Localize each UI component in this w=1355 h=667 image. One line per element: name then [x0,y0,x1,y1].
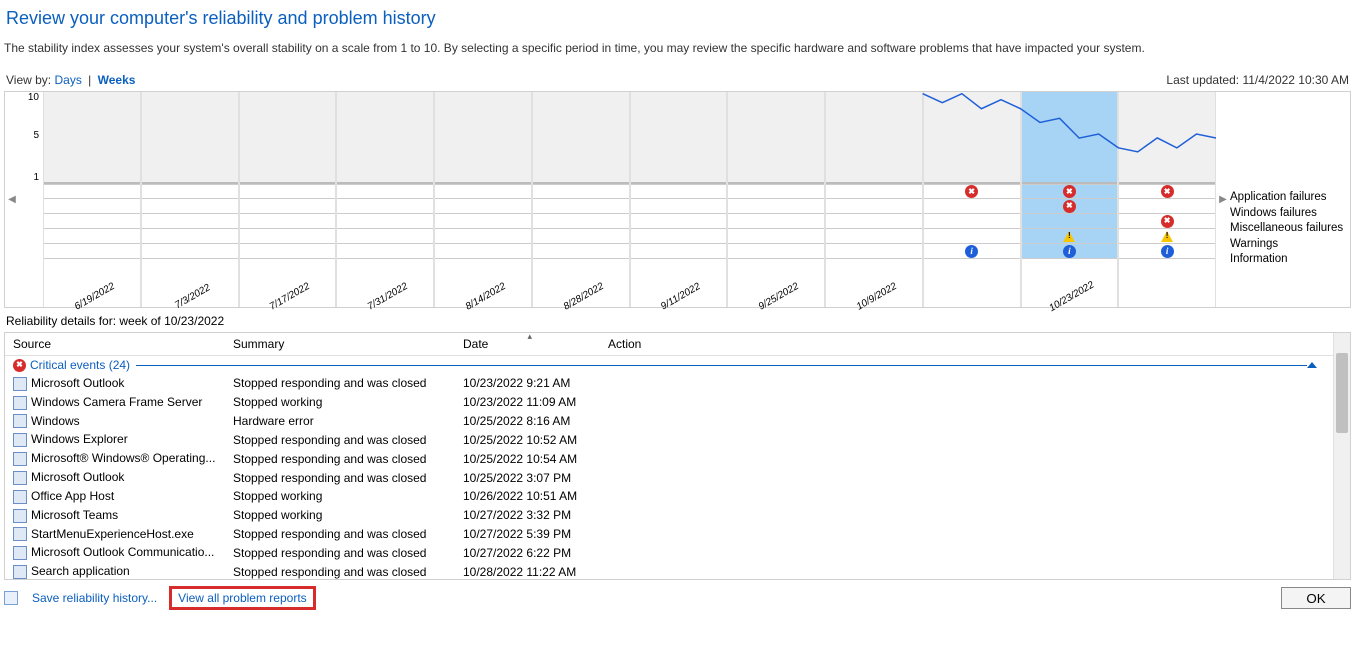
page-title: Review your computer's reliability and p… [6,8,1355,29]
info-icon [1161,245,1174,258]
table-row[interactable]: Search applicationStopped responding and… [5,562,1333,579]
event-row-labels: Application failuresWindows failuresMisc… [1230,92,1350,307]
table-row[interactable]: Microsoft TeamsStopped working10/27/2022… [5,506,1333,525]
y-tick-1: 1 [33,172,39,183]
chart-column[interactable]: 7/31/2022 [336,92,434,307]
chart-column[interactable]: 7/3/2022 [141,92,239,307]
view-by-label: View by: [6,73,51,87]
event-row-label: Windows failures [1230,206,1350,222]
info-icon [1063,245,1076,258]
view-by-days-link[interactable]: Days [54,73,81,87]
details-title: Reliability details for: week of 10/23/2… [6,314,1349,328]
table-row[interactable]: Windows Camera Frame ServerStopped worki… [5,393,1333,412]
scroll-right-button[interactable]: ▶ [1216,92,1230,307]
event-row-label: Application failures [1230,190,1350,206]
error-icon [1063,185,1076,198]
info-icon [965,245,978,258]
app-icon [13,490,27,504]
group-row[interactable]: Critical events (24) [5,356,1333,375]
event-row-label: Miscellaneous failures [1230,221,1350,237]
col-date[interactable]: Date [455,333,600,356]
col-action[interactable]: Action [600,333,1333,356]
chart-column[interactable]: 9/25/2022 [727,92,825,307]
chart-column[interactable]: 8/14/2022 [434,92,532,307]
table-row[interactable]: StartMenuExperienceHost.exeStopped respo… [5,525,1333,544]
app-icon [13,471,27,485]
chart-column[interactable]: 10/9/2022 [825,92,923,307]
table-row[interactable]: Microsoft OutlookStopped responding and … [5,374,1333,393]
view-all-reports-link[interactable]: View all problem reports [178,591,307,605]
error-icon [965,185,978,198]
vertical-scrollbar[interactable] [1333,333,1350,579]
table-row[interactable]: Microsoft® Windows® Operating...Stopped … [5,449,1333,468]
col-summary[interactable]: Summary [225,333,455,356]
table-row[interactable]: Windows ExplorerStopped responding and w… [5,430,1333,449]
view-by-weeks-link[interactable]: Weeks [98,73,136,87]
app-icon [13,377,27,391]
x-tick-label: 10/23/2022 [1048,279,1097,314]
y-tick-5: 5 [33,130,39,141]
last-updated: Last updated: 11/4/2022 10:30 AM [1166,73,1349,87]
error-icon [13,359,26,372]
view-by-control: View by: Days | Weeks [6,73,135,87]
table-row[interactable]: Microsoft OutlookStopped responding and … [5,468,1333,487]
chart-column[interactable]: 6/19/2022 [43,92,141,307]
collapse-icon [1307,362,1317,368]
x-tick-label: 8/28/2022 [561,281,605,313]
chart-column[interactable] [1118,92,1216,307]
save-reliability-link[interactable]: Save reliability history... [32,591,157,605]
app-icon [13,509,27,523]
warning-icon [1160,230,1174,243]
x-tick-label: 8/14/2022 [464,281,508,313]
table-row[interactable]: Microsoft Outlook Communicatio...Stopped… [5,543,1333,562]
scroll-left-button[interactable]: ◀ [5,92,19,307]
table-row[interactable]: Office App HostStopped working10/26/2022… [5,487,1333,506]
app-icon [13,565,27,579]
table-row[interactable]: WindowsHardware error10/25/2022 8:16 AM [5,412,1333,431]
save-icon [4,591,18,605]
error-icon [1063,200,1076,213]
app-icon [13,433,27,447]
chart-column[interactable]: 9/11/2022 [630,92,728,307]
x-tick-label: 7/31/2022 [366,281,410,313]
chart-column[interactable] [923,92,1021,307]
chart-column[interactable]: 8/28/2022 [532,92,630,307]
col-source[interactable]: Source [5,333,225,356]
description-text: The stability index assesses your system… [4,41,1355,55]
warning-icon [1062,230,1076,243]
x-tick-label: 6/19/2022 [73,281,117,313]
chart-column[interactable]: 10/23/2022 [1021,92,1119,307]
app-icon [13,414,27,428]
x-tick-label: 9/25/2022 [757,281,801,313]
event-row-label: Warnings [1230,237,1350,253]
x-tick-label: 7/17/2022 [268,281,312,313]
app-icon [13,452,27,466]
x-tick-label: 10/9/2022 [855,281,899,313]
ok-button[interactable]: OK [1281,587,1351,609]
separator: | [88,73,91,87]
x-tick-label: 7/3/2022 [173,282,212,311]
error-icon [1161,185,1174,198]
app-icon [13,527,27,541]
reliability-chart: ◀ 10 5 1 6/19/20227/3/20227/17/20227/31/… [4,91,1351,308]
error-icon [1161,215,1174,228]
app-icon [13,396,27,410]
x-tick-label: 9/11/2022 [659,281,702,312]
event-row-label: Information [1230,252,1350,268]
chart-column[interactable]: 7/17/2022 [239,92,337,307]
details-table: Source Summary Date Action Critical even… [4,332,1351,580]
app-icon [13,546,27,560]
y-tick-10: 10 [28,92,39,103]
